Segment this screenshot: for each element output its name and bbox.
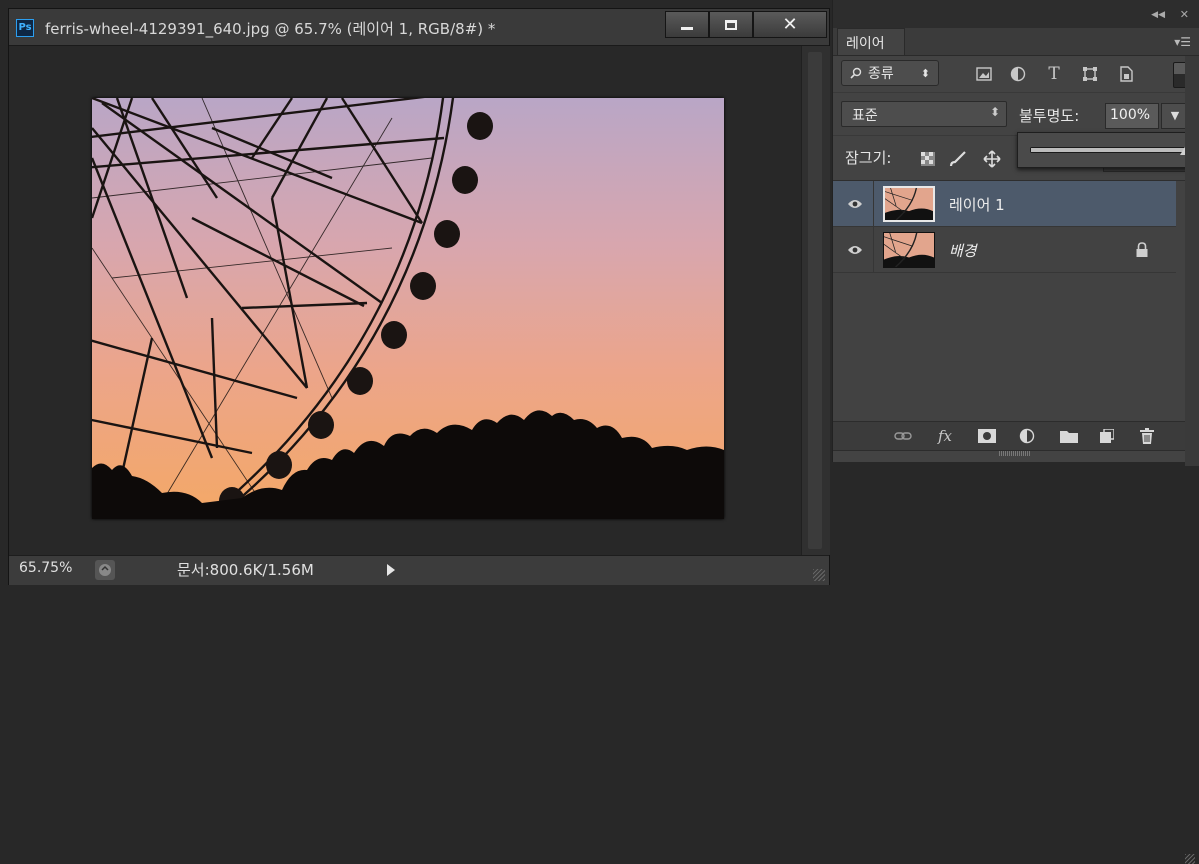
- mask-icon[interactable]: [977, 427, 997, 445]
- status-icon[interactable]: [95, 560, 115, 580]
- image-filter-icon[interactable]: [973, 64, 995, 84]
- adjustment-filter-icon[interactable]: [1007, 64, 1029, 84]
- filter-kind-label: 종류: [868, 66, 894, 82]
- photoshop-logo-icon: Ps: [16, 19, 34, 37]
- maximize-icon: [725, 19, 737, 30]
- maximize-button[interactable]: [709, 11, 753, 38]
- layer-row-background[interactable]: 배경: [833, 227, 1176, 273]
- document-window: Ps ferris-wheel-4129391_640.jpg @ 65.7% …: [8, 8, 830, 585]
- collapse-panel-icon[interactable]: ◀◀: [1151, 10, 1165, 20]
- blend-mode-select[interactable]: 표준 ⬍: [841, 101, 1007, 127]
- layers-panel: ◀◀ ✕ 레이어 ▾☰ 종류 ⬍ T 표준 ⬍ 불투명도: 100% ▼ 잠그기…: [832, 0, 1199, 864]
- canvas-area[interactable]: [9, 46, 801, 555]
- eye-icon[interactable]: [845, 194, 865, 214]
- lock-image-icon[interactable]: [949, 150, 967, 168]
- vertical-scrollbar[interactable]: [801, 46, 830, 555]
- lock-label: 잠그기:: [845, 149, 892, 167]
- panel-header-bar: ◀◀ ✕: [833, 0, 1199, 28]
- zoom-level[interactable]: 65.75%: [19, 560, 72, 576]
- play-arrow-icon[interactable]: [381, 560, 401, 580]
- ferris-wheel-image[interactable]: [92, 98, 724, 519]
- chevron-down-icon: ▼: [1170, 109, 1180, 122]
- minimize-icon: [681, 27, 693, 30]
- filter-kind-select[interactable]: 종류 ⬍: [841, 60, 939, 86]
- shape-filter-icon[interactable]: [1079, 64, 1101, 84]
- layer-filter-row: 종류 ⬍ T: [833, 56, 1199, 93]
- lock-transparent-icon[interactable]: [919, 150, 937, 168]
- lock-icon: [1133, 241, 1151, 259]
- panel-grip[interactable]: [999, 451, 1031, 456]
- opacity-label: 불투명도:: [1019, 107, 1080, 125]
- link-icon[interactable]: [893, 427, 913, 445]
- panel-menu-icon[interactable]: ▾☰: [1174, 35, 1191, 49]
- resize-grip-icon[interactable]: [813, 569, 825, 581]
- status-bar: 65.75% 문서:800.6K/1.56M: [9, 555, 829, 585]
- opacity-input[interactable]: 100%: [1105, 103, 1159, 129]
- layer-thumbnail[interactable]: [883, 232, 935, 268]
- eye-icon[interactable]: [845, 240, 865, 260]
- trash-icon[interactable]: [1137, 427, 1157, 445]
- blend-row: 표준 ⬍ 불투명도: 100% ▼: [833, 93, 1199, 136]
- close-button[interactable]: ✕: [753, 11, 827, 38]
- layers-bottom-toolbar: fx: [833, 421, 1199, 864]
- panel-close-icon[interactable]: ✕: [1180, 8, 1189, 21]
- document-title: ferris-wheel-4129391_640.jpg @ 65.7% (레이…: [45, 20, 496, 38]
- adjustment-icon[interactable]: [1017, 427, 1037, 445]
- layer-thumbnail[interactable]: [883, 186, 935, 222]
- scroll-thumb[interactable]: [808, 52, 822, 549]
- layers-list: 레이어 1 배경: [833, 181, 1199, 421]
- row-divider: [873, 181, 874, 227]
- blend-caret-icon: ⬍: [989, 105, 1000, 119]
- layer-row-1[interactable]: 레이어 1: [833, 181, 1176, 227]
- lock-position-icon[interactable]: [983, 150, 1001, 168]
- type-filter-icon[interactable]: T: [1043, 64, 1065, 84]
- document-titlebar[interactable]: Ps ferris-wheel-4129391_640.jpg @ 65.7% …: [9, 9, 829, 46]
- opacity-slider-popup: [1017, 132, 1199, 168]
- search-icon: [850, 67, 862, 79]
- blend-mode-value: 표준: [852, 108, 878, 124]
- side-panel-edge: [1185, 56, 1199, 466]
- smart-object-filter-icon[interactable]: [1115, 64, 1137, 84]
- fx-icon[interactable]: fx: [935, 427, 955, 445]
- opacity-slider-fill: [1031, 148, 1187, 152]
- document-size-info: 문서:800.6K/1.56M: [177, 561, 314, 579]
- group-folder-icon[interactable]: [1059, 427, 1079, 445]
- new-layer-icon[interactable]: [1097, 427, 1117, 445]
- layer-name[interactable]: 배경: [949, 240, 977, 261]
- minimize-button[interactable]: [665, 11, 709, 38]
- filter-caret-icon: ⬍: [920, 66, 930, 80]
- panel-resize-grip-icon[interactable]: [1185, 854, 1195, 864]
- layer-name[interactable]: 레이어 1: [949, 194, 1005, 215]
- tab-layers[interactable]: 레이어: [837, 28, 905, 55]
- row-divider: [873, 227, 874, 273]
- window-controls: ✕: [665, 11, 827, 39]
- opacity-slider-track[interactable]: [1030, 147, 1188, 153]
- close-icon: ✕: [782, 14, 798, 35]
